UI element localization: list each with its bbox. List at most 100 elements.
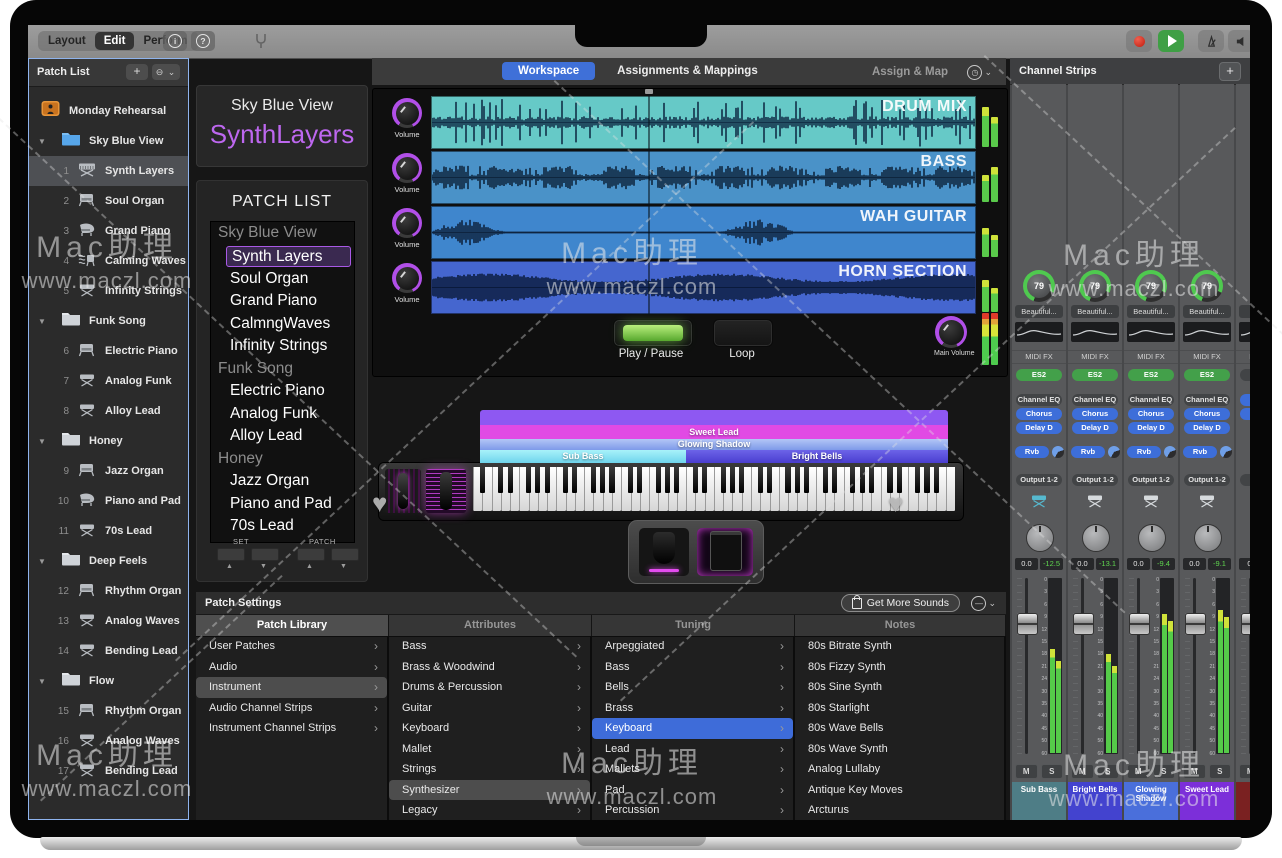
send-slot[interactable]: Rvb: [1183, 446, 1217, 458]
black-key[interactable]: [823, 467, 828, 493]
chevron-down-icon[interactable]: ▼: [38, 677, 46, 686]
solo-button[interactable]: S: [1097, 764, 1120, 779]
insert-slot-ch[interactable]: Ch: [1240, 408, 1250, 420]
black-key[interactable]: [924, 467, 929, 493]
piano-keys[interactable]: [473, 467, 955, 511]
browser-item-mallets[interactable]: Mallets›: [592, 759, 793, 780]
mute-button[interactable]: M: [1127, 764, 1150, 779]
white-key[interactable]: [844, 467, 853, 511]
sidebar-item-funk-song[interactable]: ▼Funk Song: [29, 306, 188, 336]
white-key[interactable]: [714, 467, 723, 511]
black-key[interactable]: [545, 467, 550, 493]
browser-item-bells[interactable]: Bells›: [592, 677, 793, 698]
playhead[interactable]: [648, 91, 650, 315]
insert-slot-chorus[interactable]: Chorus: [1072, 408, 1118, 420]
browser-item-80s-bitrate-synth[interactable]: 80s Bitrate Synth: [795, 636, 1004, 657]
browser-item-bass[interactable]: Bass›: [592, 657, 793, 678]
pan-knob[interactable]: [1194, 524, 1222, 552]
solo-button[interactable]: S: [1209, 764, 1232, 779]
browser-item-user-patches[interactable]: User Patches›: [196, 636, 387, 657]
white-key[interactable]: [686, 467, 695, 511]
white-key[interactable]: [492, 467, 501, 511]
send-slot[interactable]: Rvb: [1071, 446, 1105, 458]
strip-setting-button[interactable]: 2.6: [1239, 305, 1250, 318]
patch-screen-item-calmngwaves[interactable]: CalmngWaves: [211, 313, 354, 336]
midi-fx-slot[interactable]: MIDI FX: [1012, 350, 1066, 364]
mute-button[interactable]: M: [1015, 764, 1038, 779]
browser-item-arcturus[interactable]: Arcturus: [795, 800, 1004, 820]
insert-slot-eq[interactable]: Ch: [1240, 394, 1250, 406]
tab-assignments-mappings[interactable]: Assignments & Mappings: [607, 62, 768, 80]
sidebar-item-honey[interactable]: ▼Honey: [29, 426, 188, 456]
patch-list-action-menu[interactable]: ⊖ ⌄: [152, 64, 180, 80]
browser-item-percussion[interactable]: Percussion›: [592, 800, 793, 820]
mode-button-edit[interactable]: Edit: [95, 32, 135, 50]
browser-tab-notes[interactable]: Notes: [795, 615, 1006, 636]
midi-fx-slot[interactable]: MIDI FX: [1180, 350, 1234, 364]
white-key[interactable]: [473, 467, 482, 511]
browser-item-lead[interactable]: Lead›: [592, 739, 793, 760]
white-key[interactable]: [751, 467, 760, 511]
browser-tab-tuning[interactable]: Tuning: [592, 615, 795, 636]
sidebar-item-deep-feels[interactable]: ▼Deep Feels: [29, 546, 188, 576]
insert-slot-delay-d[interactable]: Delay D: [1128, 422, 1174, 434]
mode-button-layout[interactable]: Layout: [39, 32, 95, 50]
browser-item-drums-percussion[interactable]: Drums & Percussion›: [389, 677, 590, 698]
send-knob[interactable]: [1164, 446, 1176, 458]
insert-slot-chorus[interactable]: Chorus: [1184, 408, 1230, 420]
browser-tab-patch-library[interactable]: Patch Library: [196, 615, 389, 636]
sidebar-item-alloy-lead[interactable]: 8Alloy Lead: [29, 396, 188, 426]
chevron-down-icon[interactable]: ▼: [38, 137, 46, 146]
insert-slot-delay-d[interactable]: Delay D: [1016, 422, 1062, 434]
black-key[interactable]: [600, 467, 605, 493]
midi-fx-slot[interactable]: MIDI FX: [1068, 350, 1122, 364]
strip-name-label[interactable]: Glowing Shadow: [1124, 782, 1178, 820]
white-key[interactable]: [779, 467, 788, 511]
layer-glowing-shadow[interactable]: Glowing Shadow: [480, 439, 948, 450]
browser-item-keyboard[interactable]: Keyboard›: [389, 718, 590, 739]
main-volume-knob[interactable]: Main Volume: [934, 316, 968, 357]
patch-screen-item-70s-lead[interactable]: 70s Lead: [211, 515, 354, 538]
sidebar-item-flow[interactable]: ▼Flow: [29, 666, 188, 696]
browser-item-instrument-channel-strips[interactable]: Instrument Channel Strips›: [196, 718, 387, 739]
output-slot[interactable]: O: [1240, 474, 1250, 486]
sidebar-item-piano-and-pad[interactable]: 10Piano and Pad: [29, 486, 188, 516]
white-key[interactable]: [519, 467, 528, 511]
eq-thumbnail[interactable]: [1183, 322, 1231, 342]
black-key[interactable]: [887, 467, 892, 493]
output-slot[interactable]: Output 1-2: [1016, 474, 1062, 486]
patch-screen-item-piano-and-pad[interactable]: Piano and Pad: [211, 493, 354, 516]
black-key[interactable]: [480, 467, 485, 493]
sidebar-item-electric-piano[interactable]: 6Electric Piano: [29, 336, 188, 366]
eq-thumbnail[interactable]: [1127, 322, 1175, 342]
pan-knob[interactable]: [1026, 524, 1054, 552]
black-key[interactable]: [609, 467, 614, 493]
black-key[interactable]: [572, 467, 577, 493]
fader-handle[interactable]: [1241, 613, 1250, 635]
chevron-down-icon[interactable]: ▼: [38, 437, 46, 446]
patch-screen-item-funk-song[interactable]: Funk Song: [211, 358, 354, 381]
insert-slot-chorus[interactable]: Chorus: [1016, 408, 1062, 420]
mute-button[interactable]: M: [1071, 764, 1094, 779]
patch-screen-item-electric-piano[interactable]: Electric Piano: [211, 380, 354, 403]
black-key[interactable]: [850, 467, 855, 493]
sidebar-item-bending-lead[interactable]: 14Bending Lead: [29, 636, 188, 666]
output-slot[interactable]: Output 1-2: [1184, 474, 1230, 486]
midi-fx-slot[interactable]: MIDI FX: [1124, 350, 1178, 364]
layer-bright-bells[interactable]: Bright Bells: [686, 450, 948, 463]
loop-button[interactable]: [713, 319, 773, 347]
sidebar-item-bending-lead[interactable]: 17Bending Lead: [29, 756, 188, 786]
track-volume-knob[interactable]: Volume: [385, 208, 429, 249]
mod-wheel-glow[interactable]: [426, 469, 466, 513]
patch-screen-item-alloy-lead[interactable]: Alloy Lead: [211, 425, 354, 448]
black-key[interactable]: [934, 467, 939, 493]
black-key[interactable]: [674, 467, 679, 493]
black-key[interactable]: [832, 467, 837, 493]
patch-screen-item-infinity-strings[interactable]: Infinity Strings: [211, 335, 354, 358]
black-key[interactable]: [869, 467, 874, 493]
strip-level-knob[interactable]: 79: [1191, 270, 1223, 302]
patch-screen-item-jazz-organ[interactable]: Jazz Organ: [211, 470, 354, 493]
fader-handle[interactable]: [1017, 613, 1038, 635]
browser-item-80s-wave-synth[interactable]: 80s Wave Synth: [795, 739, 1004, 760]
info-button[interactable]: i: [163, 31, 187, 51]
